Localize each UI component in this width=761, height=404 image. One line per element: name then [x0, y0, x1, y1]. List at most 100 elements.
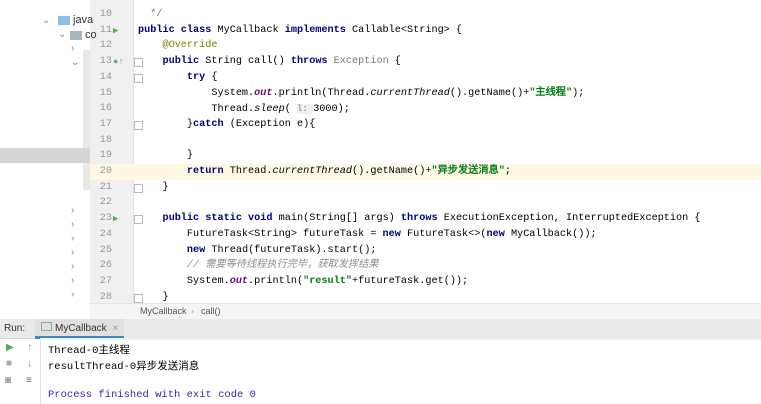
code-line[interactable]: 23 ▶ public static void main(String[] arg… [0, 211, 761, 227]
code-line[interactable]: 16 Thread.sleep( l: 3000); [0, 101, 761, 117]
code-token: FutureTask<>( [407, 228, 487, 240]
code-line[interactable]: 14 try { [0, 70, 761, 86]
tree-item-package[interactable]: co [70, 29, 97, 41]
code-token: main(String[] args) [278, 213, 401, 225]
implements-method-icon[interactable]: ●↑ [113, 54, 124, 70]
line-number: 26 [99, 260, 112, 272]
code-text: } [138, 148, 193, 164]
chevron-right-icon[interactable]: › [71, 247, 74, 258]
line-number: 20 [99, 166, 112, 177]
code-line[interactable]: 18 [0, 133, 761, 149]
chevron-right-icon[interactable]: › [71, 205, 74, 216]
code-token: ().getName()+ [352, 166, 432, 177]
run-gutter-icon[interactable]: ▶ [113, 23, 118, 39]
code-token: .println(Thread. [272, 87, 371, 99]
code-token: catch [193, 118, 230, 130]
line-number: 17 [99, 118, 112, 130]
code-line[interactable]: 26 // 需要等待线程执行完毕，获取发挥结果 [0, 258, 761, 274]
breadcrumb-method[interactable]: call() [201, 304, 221, 319]
chevron-right-icon[interactable]: › [71, 289, 74, 300]
chevron-right-icon[interactable]: › [71, 43, 74, 54]
code-editor[interactable]: 10 */11 ▶ public class MyCallback implemen… [0, 0, 761, 303]
line-number: 24 [99, 228, 112, 240]
close-icon[interactable]: × [112, 323, 118, 334]
code-token: 3000); [313, 104, 350, 116]
code-token: ExecutionException, InterruptedException… [443, 213, 701, 225]
chevron-down-icon[interactable]: ⌄ [71, 57, 79, 68]
code-token: Thread. [229, 166, 273, 177]
code-token: Exception [333, 56, 389, 68]
code-token: "result" [303, 275, 352, 287]
code-line[interactable]: 27 System.out.println("result"+futureTas… [0, 274, 761, 290]
code-text: } [138, 180, 168, 196]
code-line[interactable]: 21 } [0, 180, 761, 196]
code-line[interactable]: 10 */ [0, 7, 761, 23]
code-token: +futureTask.get()); [352, 275, 469, 287]
code-token: System. [138, 87, 255, 99]
tree-scroll-strip [83, 50, 90, 190]
code-line[interactable]: 24 FutureTask<String> futureTask = new F… [0, 227, 761, 243]
code-line[interactable]: 13 ●↑ public String call() throws Excepti… [0, 54, 761, 70]
console-line: resultThread-0异步发送消息 [48, 361, 200, 373]
breadcrumb-separator: › [191, 306, 194, 316]
code-token: Thread. [138, 104, 255, 116]
line-number: 11 [99, 24, 112, 36]
line-number: 21 [99, 181, 112, 193]
chevron-right-icon[interactable]: › [71, 275, 74, 286]
code-token: { [388, 56, 401, 68]
code-token: Thread(futureTask).start(); [211, 244, 377, 256]
console-output[interactable]: Thread-0主线程 resultThread-0异步发送消息 Process… [0, 339, 761, 404]
tab-mycallback[interactable]: MyCallback × [35, 319, 125, 339]
code-token: throws [400, 213, 444, 225]
code-token: FutureTask<String> futureTask = [138, 228, 383, 240]
code-line[interactable]: 22 [0, 195, 761, 211]
breadcrumb-class[interactable]: MyCallback [140, 304, 187, 319]
code-token: .println( [248, 275, 304, 287]
chevron-down-icon[interactable]: ⌄ [42, 15, 50, 26]
code-line[interactable]: 11 ▶ public class MyCallback implements Ca… [0, 23, 761, 39]
code-text: System.out.println("result"+futureTask.g… [138, 274, 468, 290]
run-gutter-icon[interactable]: ▶ [113, 211, 118, 227]
code-line[interactable]: 15 System.out.println(Thread.currentThre… [0, 86, 761, 102]
code-token: currentThread [370, 87, 450, 99]
line-number: 13 [99, 56, 112, 68]
code-text: new Thread(futureTask).start(); [138, 243, 377, 259]
code-token: public class [138, 24, 218, 36]
code-token: (Exception e){ [229, 118, 316, 130]
code-token: MyCallback [217, 24, 285, 36]
code-line[interactable]: 25 new Thread(futureTask).start(); [0, 243, 761, 259]
code-token: public static void [162, 213, 279, 225]
code-line[interactable]: 17 }catch (Exception e){ [0, 117, 761, 133]
line-number: 19 [99, 150, 112, 162]
code-token: System. [138, 275, 230, 287]
code-token: { [211, 71, 218, 83]
code-text: FutureTask<String> futureTask = new Futu… [138, 227, 597, 243]
tree-selected-row[interactable] [0, 148, 90, 163]
code-token: new [382, 228, 408, 240]
line-number: 16 [99, 103, 112, 115]
line-number: 15 [99, 87, 112, 99]
code-token: implements [284, 24, 352, 36]
code-token: return [186, 166, 230, 177]
chevron-right-icon[interactable]: › [71, 233, 74, 244]
code-token: ; [504, 166, 511, 177]
chevron-right-icon[interactable]: › [71, 261, 74, 272]
chevron-right-icon[interactable]: › [71, 219, 74, 230]
code-line[interactable]: 12 @Override [0, 38, 761, 54]
code-line[interactable]: 19 } [0, 148, 761, 164]
code-token: // 需要等待线程执行完毕，获取发挥结果 [186, 260, 379, 272]
tab-label: MyCallback [55, 323, 107, 334]
line-number: 22 [99, 197, 112, 209]
tree-item-java[interactable]: java [58, 14, 93, 26]
code-line[interactable]: 20 return Thread.currentThread().getName… [0, 164, 761, 180]
chevron-down-icon[interactable]: ⌄ [58, 29, 66, 40]
console-line: Thread-0主线程 [48, 345, 130, 357]
code-token: sleep [254, 104, 285, 116]
code-token: } [138, 291, 169, 303]
code-token: throws [290, 56, 334, 68]
